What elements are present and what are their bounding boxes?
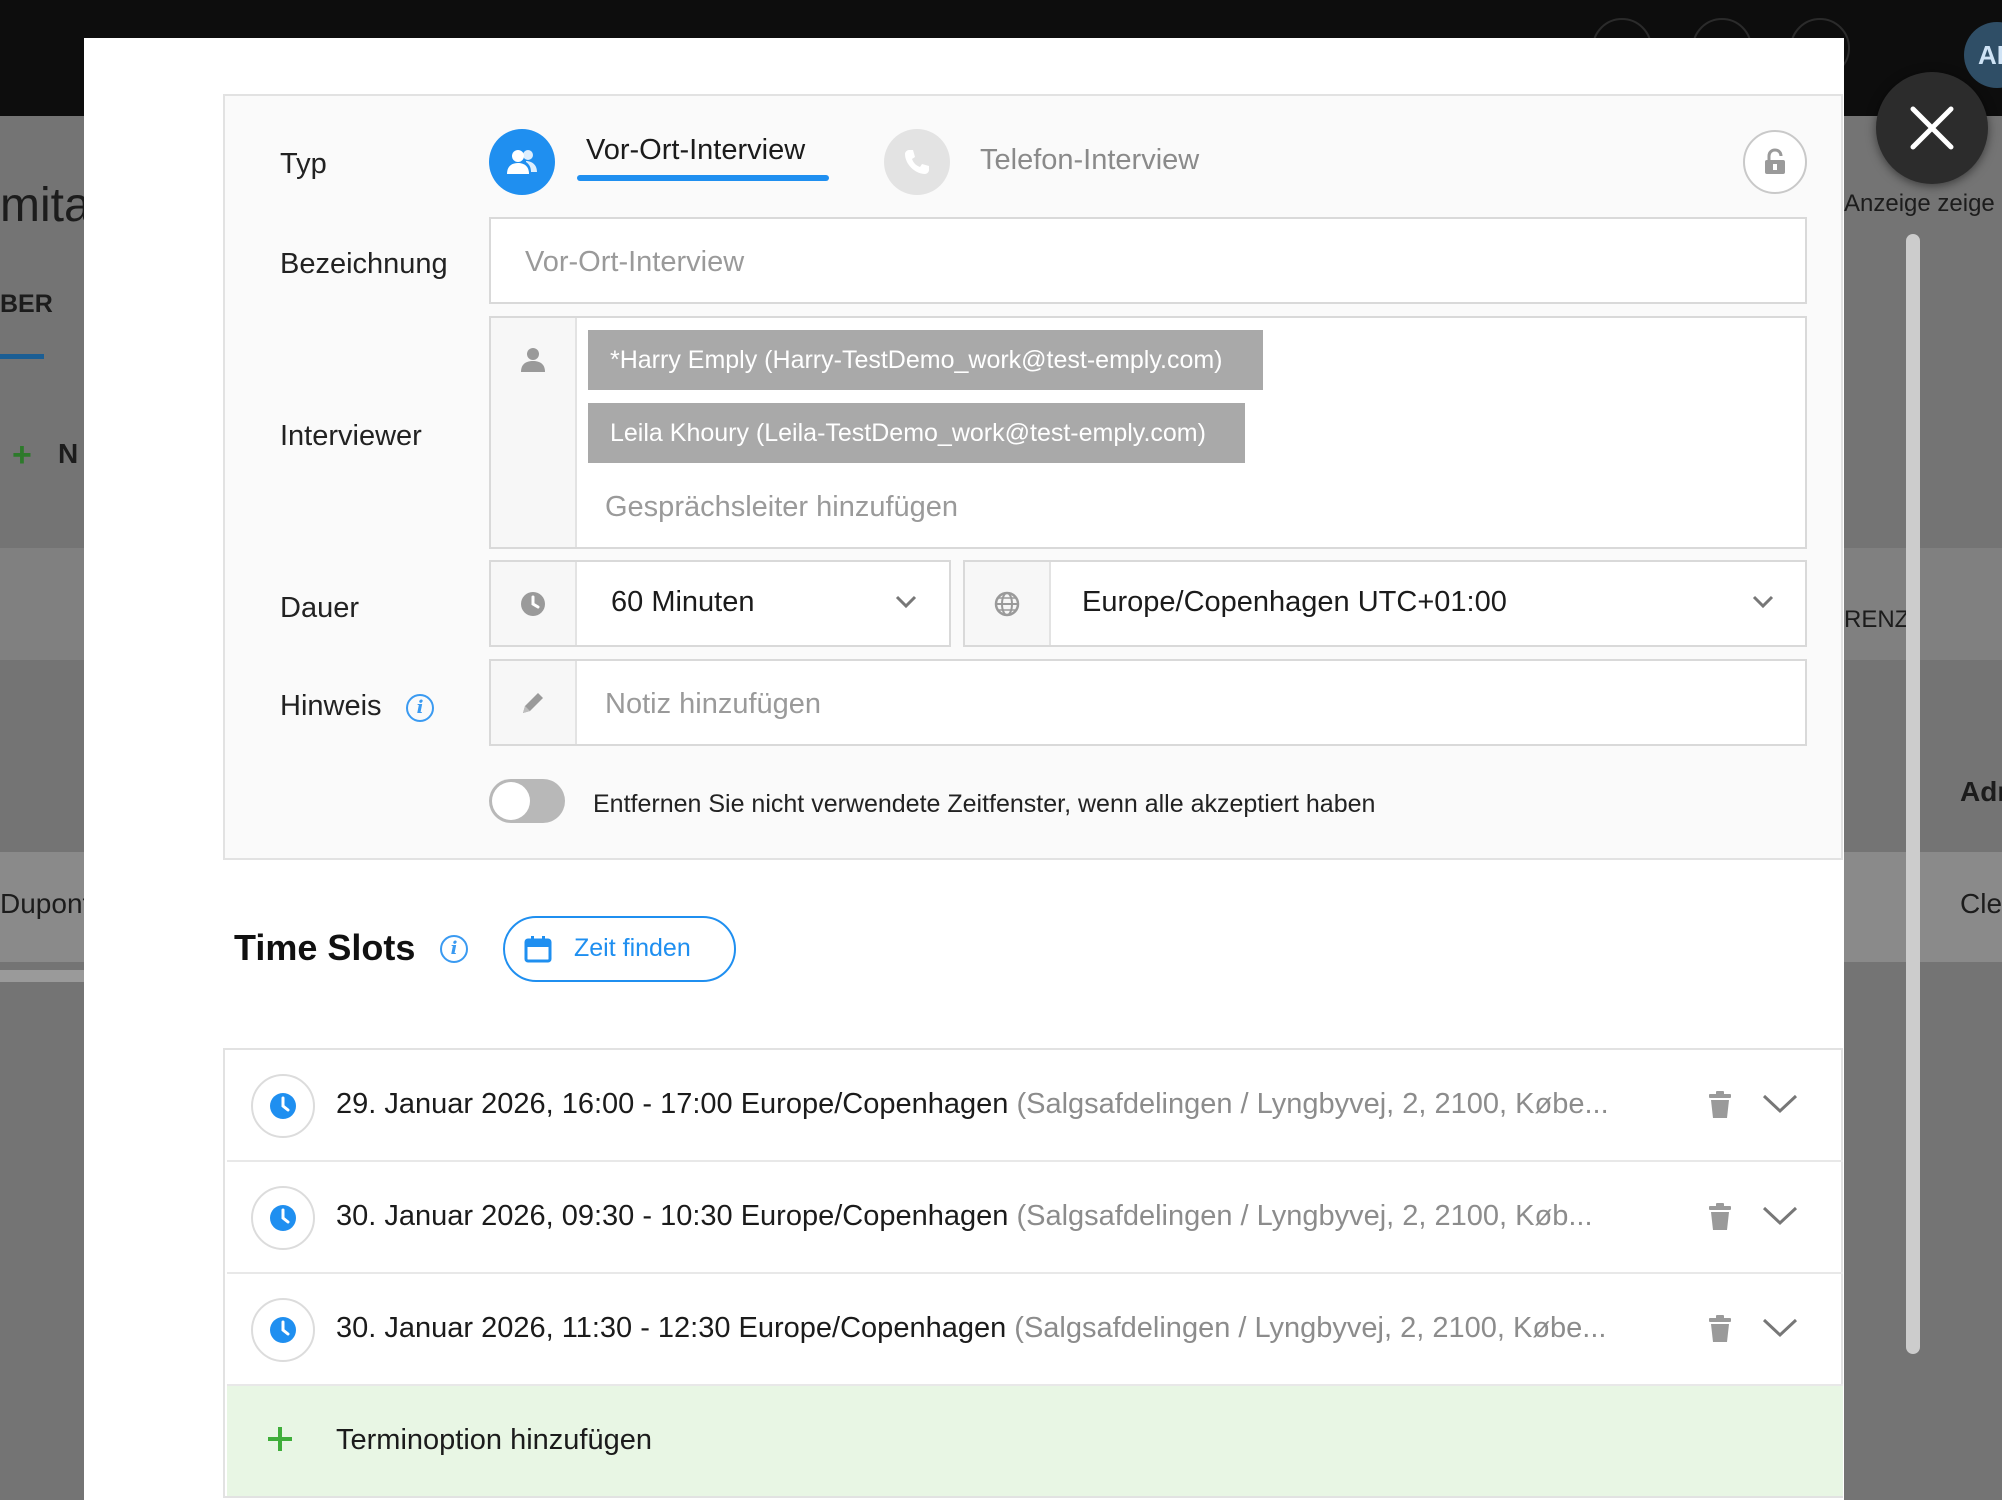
add-time-option-label: Terminoption hinzufügen bbox=[336, 1424, 652, 1456]
remove-unused-slots-label: Entfernen Sie nicht verwendete Zeitfenst… bbox=[593, 790, 1376, 818]
slot-text: 30. Januar 2026, 09:30 - 10:30 Europe/Co… bbox=[336, 1200, 1646, 1233]
bg-dupont: Dupont bbox=[0, 888, 91, 919]
chevron-down-icon[interactable] bbox=[1761, 1092, 1799, 1116]
timezone-addon bbox=[965, 562, 1051, 645]
clock-icon bbox=[270, 1093, 296, 1119]
bg-page-title: mita bbox=[0, 179, 91, 232]
slot-location: (Salgsafdelingen / Lyngbyvej, 2, 2100, K… bbox=[1016, 1088, 1609, 1120]
modal-scrollbar[interactable] bbox=[1906, 234, 1920, 1354]
onsite-interview-tab[interactable]: Vor-Ort-Interview bbox=[586, 134, 805, 167]
clock-icon bbox=[270, 1205, 296, 1231]
trash-icon[interactable] bbox=[1707, 1314, 1733, 1344]
bg-band bbox=[1844, 548, 2002, 660]
bg-new-button: N bbox=[58, 438, 79, 469]
globe-icon bbox=[994, 591, 1020, 616]
phone-interview-option[interactable] bbox=[884, 129, 950, 195]
active-tab-underline bbox=[577, 175, 829, 181]
clock-icon bbox=[270, 1317, 296, 1343]
duration-label: Dauer bbox=[280, 592, 359, 624]
interviewer-label: Interviewer bbox=[280, 420, 422, 452]
interview-modal: Typ Vor-Ort-Interview Telefon-Interview … bbox=[84, 38, 1920, 1500]
chevron-down-icon[interactable] bbox=[1751, 594, 1775, 610]
avatar: AI bbox=[1964, 22, 2002, 88]
interviewer-addon bbox=[491, 318, 577, 547]
chevron-down-icon[interactable] bbox=[1761, 1316, 1799, 1340]
toggle-knob bbox=[492, 782, 530, 820]
unlock-icon bbox=[1765, 148, 1785, 174]
info-icon[interactable]: i bbox=[440, 935, 468, 963]
slot-datetime: 30. Januar 2026, 09:30 - 10:30 Europe/Co… bbox=[336, 1200, 1009, 1232]
slot-clock-badge bbox=[251, 1298, 315, 1362]
calendar-icon bbox=[524, 936, 552, 963]
chevron-down-icon[interactable] bbox=[894, 594, 918, 610]
bg-adr: Adr bbox=[1960, 776, 2002, 807]
note-label: Hinweis bbox=[280, 690, 382, 722]
chevron-down-icon[interactable] bbox=[1761, 1204, 1799, 1228]
plus-icon bbox=[268, 1427, 292, 1451]
note-input[interactable] bbox=[603, 685, 1767, 723]
phone-icon bbox=[905, 150, 929, 174]
clock-icon bbox=[521, 591, 545, 616]
duration-value: 60 Minuten bbox=[611, 586, 755, 618]
bg-tab-underline bbox=[0, 354, 44, 359]
type-label: Typ bbox=[280, 148, 327, 180]
slot-text: 30. Januar 2026, 11:30 - 12:30 Europe/Co… bbox=[336, 1312, 1646, 1345]
trash-icon[interactable] bbox=[1707, 1202, 1733, 1232]
bg-cle: Cle bbox=[1960, 888, 2002, 919]
close-icon bbox=[1910, 106, 1954, 150]
slot-datetime: 30. Januar 2026, 11:30 - 12:30 Europe/Co… bbox=[336, 1312, 1007, 1344]
slot-location: (Salgsafdelingen / Lyngbyvej, 2, 2100, K… bbox=[1014, 1312, 1607, 1344]
title-input[interactable] bbox=[523, 243, 1767, 281]
time-slot-row[interactable]: 30. Januar 2026, 09:30 - 10:30 Europe/Co… bbox=[227, 1162, 1843, 1274]
timezone-value: Europe/Copenhagen UTC+01:00 bbox=[1082, 586, 1507, 618]
note-addon bbox=[491, 661, 577, 744]
bg-renz: RENZ bbox=[1844, 606, 1910, 633]
bg-divider bbox=[0, 970, 84, 982]
people-icon bbox=[507, 150, 537, 174]
note-field bbox=[489, 659, 1807, 746]
time-slot-row[interactable]: 30. Januar 2026, 11:30 - 12:30 Europe/Co… bbox=[227, 1274, 1843, 1386]
slot-location: (Salgsafdelingen / Lyngbyvej, 2, 2100, K… bbox=[1016, 1200, 1593, 1232]
onsite-interview-option[interactable] bbox=[489, 129, 555, 195]
bg-anzeige: Anzeige zeige bbox=[1844, 190, 1995, 217]
title-label: Bezeichnung bbox=[280, 248, 448, 280]
slot-text: 29. Januar 2026, 16:00 - 17:00 Europe/Co… bbox=[336, 1088, 1646, 1121]
interviewer-chip[interactable]: *Harry Emply (Harry-TestDemo_work@test-e… bbox=[588, 330, 1263, 390]
lock-toggle-button[interactable] bbox=[1743, 130, 1807, 194]
bg-band bbox=[0, 548, 84, 660]
duration-addon bbox=[491, 562, 577, 645]
bg-plus-icon: + bbox=[12, 436, 32, 474]
pencil-icon bbox=[523, 692, 543, 713]
title-field bbox=[489, 217, 1807, 304]
remove-unused-slots-toggle[interactable] bbox=[489, 779, 565, 823]
interviewer-chip[interactable]: Leila Khoury (Leila-TestDemo_work@test-e… bbox=[588, 403, 1245, 463]
slot-datetime: 29. Januar 2026, 16:00 - 17:00 Europe/Co… bbox=[336, 1088, 1009, 1120]
phone-interview-tab[interactable]: Telefon-Interview bbox=[980, 144, 1199, 177]
find-time-label: Zeit finden bbox=[574, 934, 691, 962]
close-modal-button[interactable] bbox=[1876, 72, 1988, 184]
slot-clock-badge bbox=[251, 1074, 315, 1138]
interviewer-input[interactable] bbox=[603, 488, 1767, 526]
info-icon[interactable]: i bbox=[406, 694, 434, 722]
time-slot-row[interactable]: 29. Januar 2026, 16:00 - 17:00 Europe/Co… bbox=[227, 1050, 1843, 1162]
add-time-option-button[interactable]: Terminoption hinzufügen bbox=[227, 1386, 1843, 1496]
find-time-button[interactable]: Zeit finden bbox=[503, 916, 736, 982]
bg-tab: BER bbox=[0, 290, 53, 318]
slot-clock-badge bbox=[251, 1186, 315, 1250]
trash-icon[interactable] bbox=[1707, 1090, 1733, 1120]
time-slots-title: Time Slots bbox=[234, 927, 416, 968]
time-slots-list: 29. Januar 2026, 16:00 - 17:00 Europe/Co… bbox=[223, 1048, 1843, 1498]
person-icon bbox=[521, 348, 545, 372]
